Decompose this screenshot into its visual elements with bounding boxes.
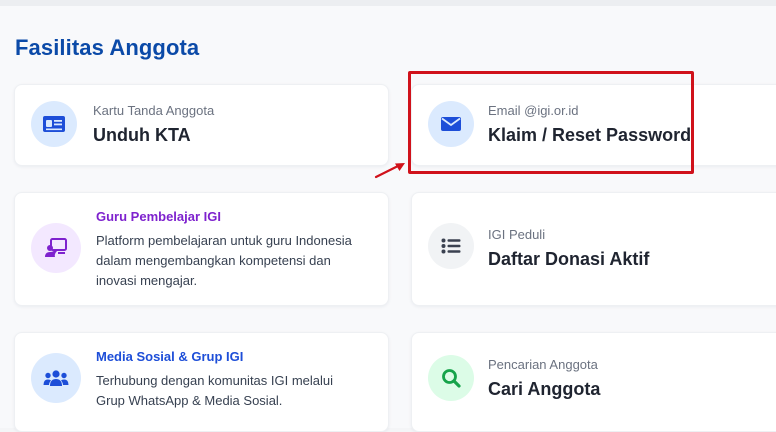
card-description: Platform pembelajaran untuk guru Indones…	[96, 231, 352, 291]
card-media-sosial[interactable]: Media Sosial & Grup IGI Terhubung dengan…	[14, 332, 389, 432]
card-title: Unduh KTA	[93, 125, 191, 145]
card-title-link[interactable]: Guru Pembelajar IGI	[96, 209, 221, 224]
card-description: Terhubung dengan komunitas IGI melalui G…	[96, 371, 333, 411]
card-title-link[interactable]: Media Sosial & Grup IGI	[96, 349, 243, 364]
desc-line: inovasi mengajar.	[96, 273, 198, 288]
card-label: IGI Peduli	[488, 227, 546, 242]
card-cari-anggota[interactable]: Pencarian Anggota Cari Anggota	[411, 332, 776, 432]
desc-line: Platform pembelajaran untuk guru Indones…	[96, 233, 352, 248]
card-guru-pembelajar[interactable]: Guru Pembelajar IGI Platform pembelajara…	[14, 192, 389, 306]
card-igi-peduli[interactable]: IGI Peduli Daftar Donasi Aktif	[411, 192, 776, 306]
card-label: Email @igi.or.id	[488, 103, 579, 118]
envelope-icon	[428, 101, 474, 147]
arrow-annotation	[374, 163, 405, 179]
list-icon	[428, 223, 474, 269]
card-label: Kartu Tanda Anggota	[93, 103, 215, 118]
desc-line: Terhubung dengan komunitas IGI melalui	[96, 373, 334, 388]
card-title: Cari Anggota	[488, 379, 601, 399]
section-title: Fasilitas Anggota	[15, 35, 200, 60]
desc-line: Grup WhatsApp & Media Sosial.	[96, 393, 283, 408]
card-title: Daftar Donasi Aktif	[488, 249, 650, 269]
card-unduh-kta[interactable]: Kartu Tanda Anggota Unduh KTA	[14, 84, 389, 166]
desc-line: dalam mengembangkan kompetensi dan	[96, 253, 331, 268]
teacher-board-icon	[31, 223, 81, 273]
id-card-icon	[31, 101, 77, 147]
card-title: Klaim / Reset Password	[488, 125, 692, 145]
users-group-icon	[31, 353, 81, 403]
search-icon	[428, 355, 474, 401]
card-email-reset-password[interactable]: Email @igi.or.id Klaim / Reset Password	[411, 84, 776, 166]
card-label: Pencarian Anggota	[488, 357, 598, 372]
